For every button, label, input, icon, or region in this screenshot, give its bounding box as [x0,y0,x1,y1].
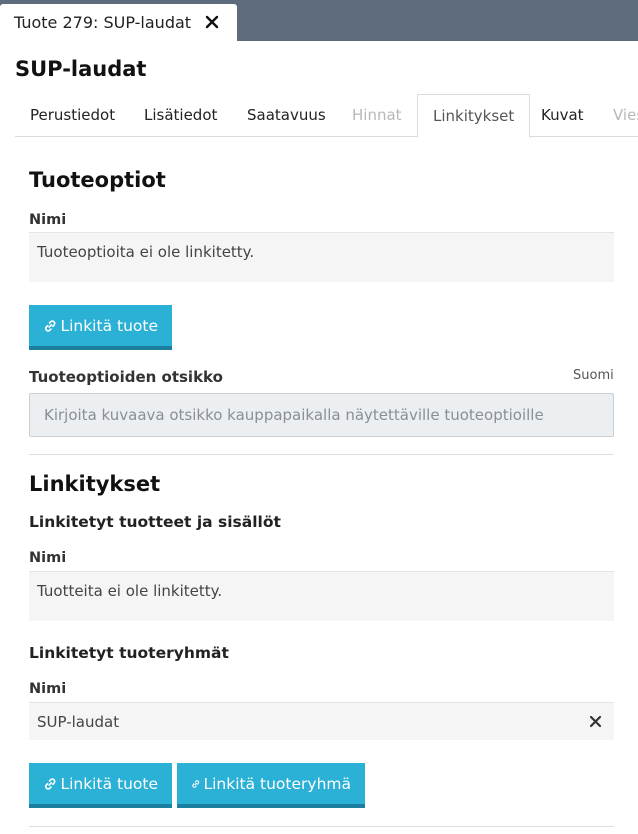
tuoteoptiot-empty-list: Tuoteoptioita ei ole linkitetty. [29,232,614,282]
language-label: Suomi [573,368,614,383]
linked-group-name: SUP-laudat [37,713,120,731]
page-title: SUP-laudat [15,57,147,81]
link-product-group-button-label: Linkitä tuoteryhmä [203,774,351,793]
document-tab[interactable]: Tuote 279: SUP-laudat [0,4,237,41]
options-heading-input[interactable] [29,393,614,437]
tab-lisatiedot[interactable]: Lisätiedot [144,94,217,137]
table-row: SUP-laudat [29,702,614,740]
link-icon [45,319,56,332]
document-tab-title: Tuote 279: SUP-laudat [14,13,192,32]
tab-hinnat: Hinnat [352,106,402,124]
link-product-button-2-label: Linkitä tuote [60,774,158,793]
tab-viestit: Vies [613,106,638,124]
linked-groups-name-column: Nimi [29,681,67,697]
document-tab-bar: Tuote 279: SUP-laudat [0,0,638,41]
section-tabs: Perustiedot Lisätiedot Saatavuus Hinnat … [15,94,638,138]
tuoteoptiot-name-column: Nimi [29,212,67,228]
close-icon[interactable] [203,13,221,31]
link-product-button-label: Linkitä tuote [60,316,158,335]
link-icon [192,779,200,788]
link-icon [45,777,56,790]
tab-perustiedot[interactable]: Perustiedot [30,94,115,137]
linked-products-subtitle: Linkitetyt tuotteet ja sisällöt [29,513,281,531]
link-product-group-button[interactable]: Linkitä tuoteryhmä [177,763,365,808]
link-product-button[interactable]: Linkitä tuote [29,305,172,350]
linked-products-empty-list: Tuotteita ei ole linkitetty. [29,571,614,621]
tuoteoptiot-title: Tuoteoptiot [29,168,166,192]
linked-groups-subtitle: Linkitetyt tuoteryhmät [29,644,229,662]
tab-linkitykset[interactable]: Linkitykset [417,94,531,138]
linkitykset-title: Linkitykset [29,472,161,496]
linked-products-name-column: Nimi [29,550,67,566]
section-divider [29,454,614,455]
bottom-divider [29,826,614,827]
tab-kuvat[interactable]: Kuvat [541,94,584,137]
linked-products-empty-text: Tuotteita ei ole linkitetty. [37,582,223,600]
link-product-button-2[interactable]: Linkitä tuote [29,763,172,808]
tab-saatavuus[interactable]: Saatavuus [247,94,326,137]
remove-icon[interactable] [589,715,602,728]
options-heading-label: Tuoteoptioiden otsikko [29,368,223,386]
tuoteoptiot-empty-text: Tuoteoptioita ei ole linkitetty. [37,243,255,261]
